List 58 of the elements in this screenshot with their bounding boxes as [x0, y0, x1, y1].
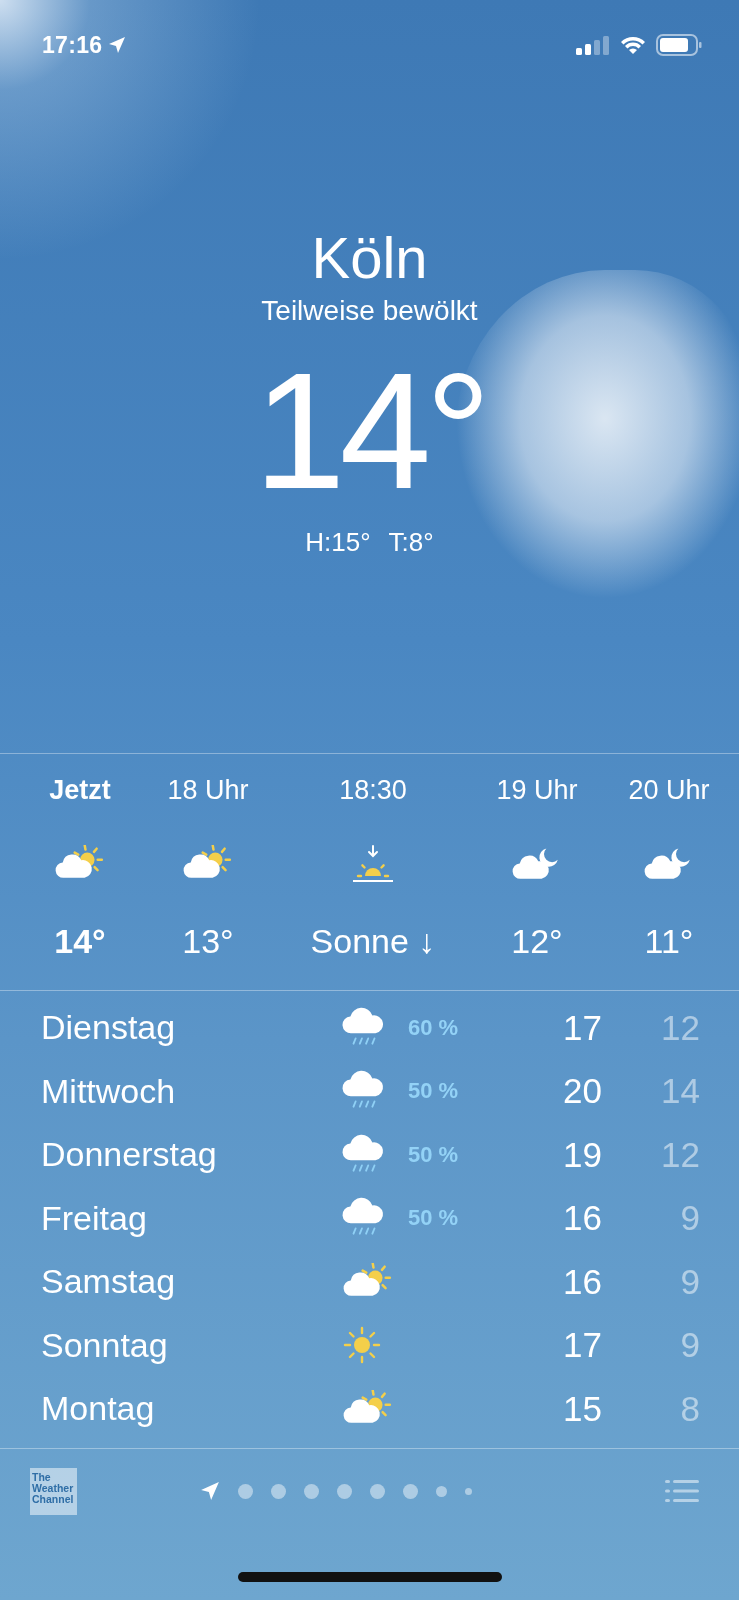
low-temperature: 12	[660, 1134, 700, 1175]
hour-value: Sonne ↓	[310, 921, 436, 962]
low-temperature: T:8°	[388, 526, 434, 559]
low-temperature: 9	[679, 1325, 700, 1366]
location-arrow-icon[interactable]	[200, 1481, 220, 1501]
low-temperature: 8	[679, 1388, 700, 1429]
low-temperature: 12	[660, 1007, 700, 1048]
current-temperature: 14°	[252, 351, 487, 511]
day-name: Donnerstag	[41, 1135, 218, 1175]
hour-value: 13°	[182, 921, 234, 962]
high-temperature: 17	[562, 1325, 602, 1366]
wifi-icon	[620, 35, 646, 55]
high-temperature: 17	[562, 1007, 602, 1048]
sunset-icon	[350, 844, 396, 884]
precipitation-chance: 60 %	[407, 1014, 459, 1040]
hour-label: 18 Uhr	[167, 774, 249, 807]
hour-label: 19 Uhr	[496, 774, 578, 807]
page-dot[interactable]	[436, 1485, 447, 1497]
hour-label: 20 Uhr	[628, 774, 710, 807]
day-name: Samstag	[41, 1262, 177, 1302]
hour-value: 11°	[644, 921, 694, 962]
high-temperature: 16	[562, 1261, 602, 1302]
day-name: Dienstag	[41, 1008, 177, 1048]
precipitation-chance: 50 %	[407, 1205, 459, 1231]
battery-icon	[656, 34, 702, 56]
low-temperature: 9	[679, 1261, 700, 1302]
high-temperature: 20	[562, 1071, 602, 1112]
page-dot[interactable]	[271, 1483, 286, 1499]
condition-text: Teilweise bewölkt	[260, 294, 479, 328]
precipitation-chance: 50 %	[407, 1078, 459, 1104]
home-indicator[interactable]	[238, 1572, 502, 1582]
page-dot[interactable]	[304, 1483, 319, 1499]
page-dot[interactable]	[465, 1487, 472, 1495]
list-icon[interactable]	[665, 1479, 699, 1503]
high-temperature: 15	[562, 1388, 602, 1429]
status-time: 17:16	[42, 31, 103, 59]
precipitation-chance: 50 %	[407, 1141, 459, 1167]
high-temperature: 16	[562, 1198, 602, 1239]
day-name: Mittwoch	[41, 1071, 177, 1111]
low-temperature: 14	[660, 1071, 700, 1112]
page-dot[interactable]	[403, 1483, 418, 1499]
day-name: Freitag	[41, 1198, 148, 1238]
signal-icon	[576, 35, 610, 55]
hour-label: Jetzt	[49, 774, 111, 807]
day-name: Montag	[41, 1389, 156, 1429]
page-dot[interactable]	[337, 1483, 352, 1499]
sun-icon	[342, 1325, 382, 1366]
page-dot[interactable]	[238, 1483, 253, 1499]
page-dot[interactable]	[370, 1483, 385, 1499]
day-name: Sonntag	[41, 1325, 169, 1365]
hour-value: 14°	[54, 921, 106, 962]
provider-logo[interactable]: The Weather Channel	[30, 1467, 77, 1515]
high-temperature: H:15°	[305, 526, 371, 559]
hour-label: 18:30	[339, 774, 407, 807]
city-name: Köln	[310, 224, 429, 292]
hour-value: 12°	[511, 921, 563, 962]
high-temperature: 19	[562, 1134, 602, 1175]
low-temperature: 9	[679, 1198, 700, 1239]
